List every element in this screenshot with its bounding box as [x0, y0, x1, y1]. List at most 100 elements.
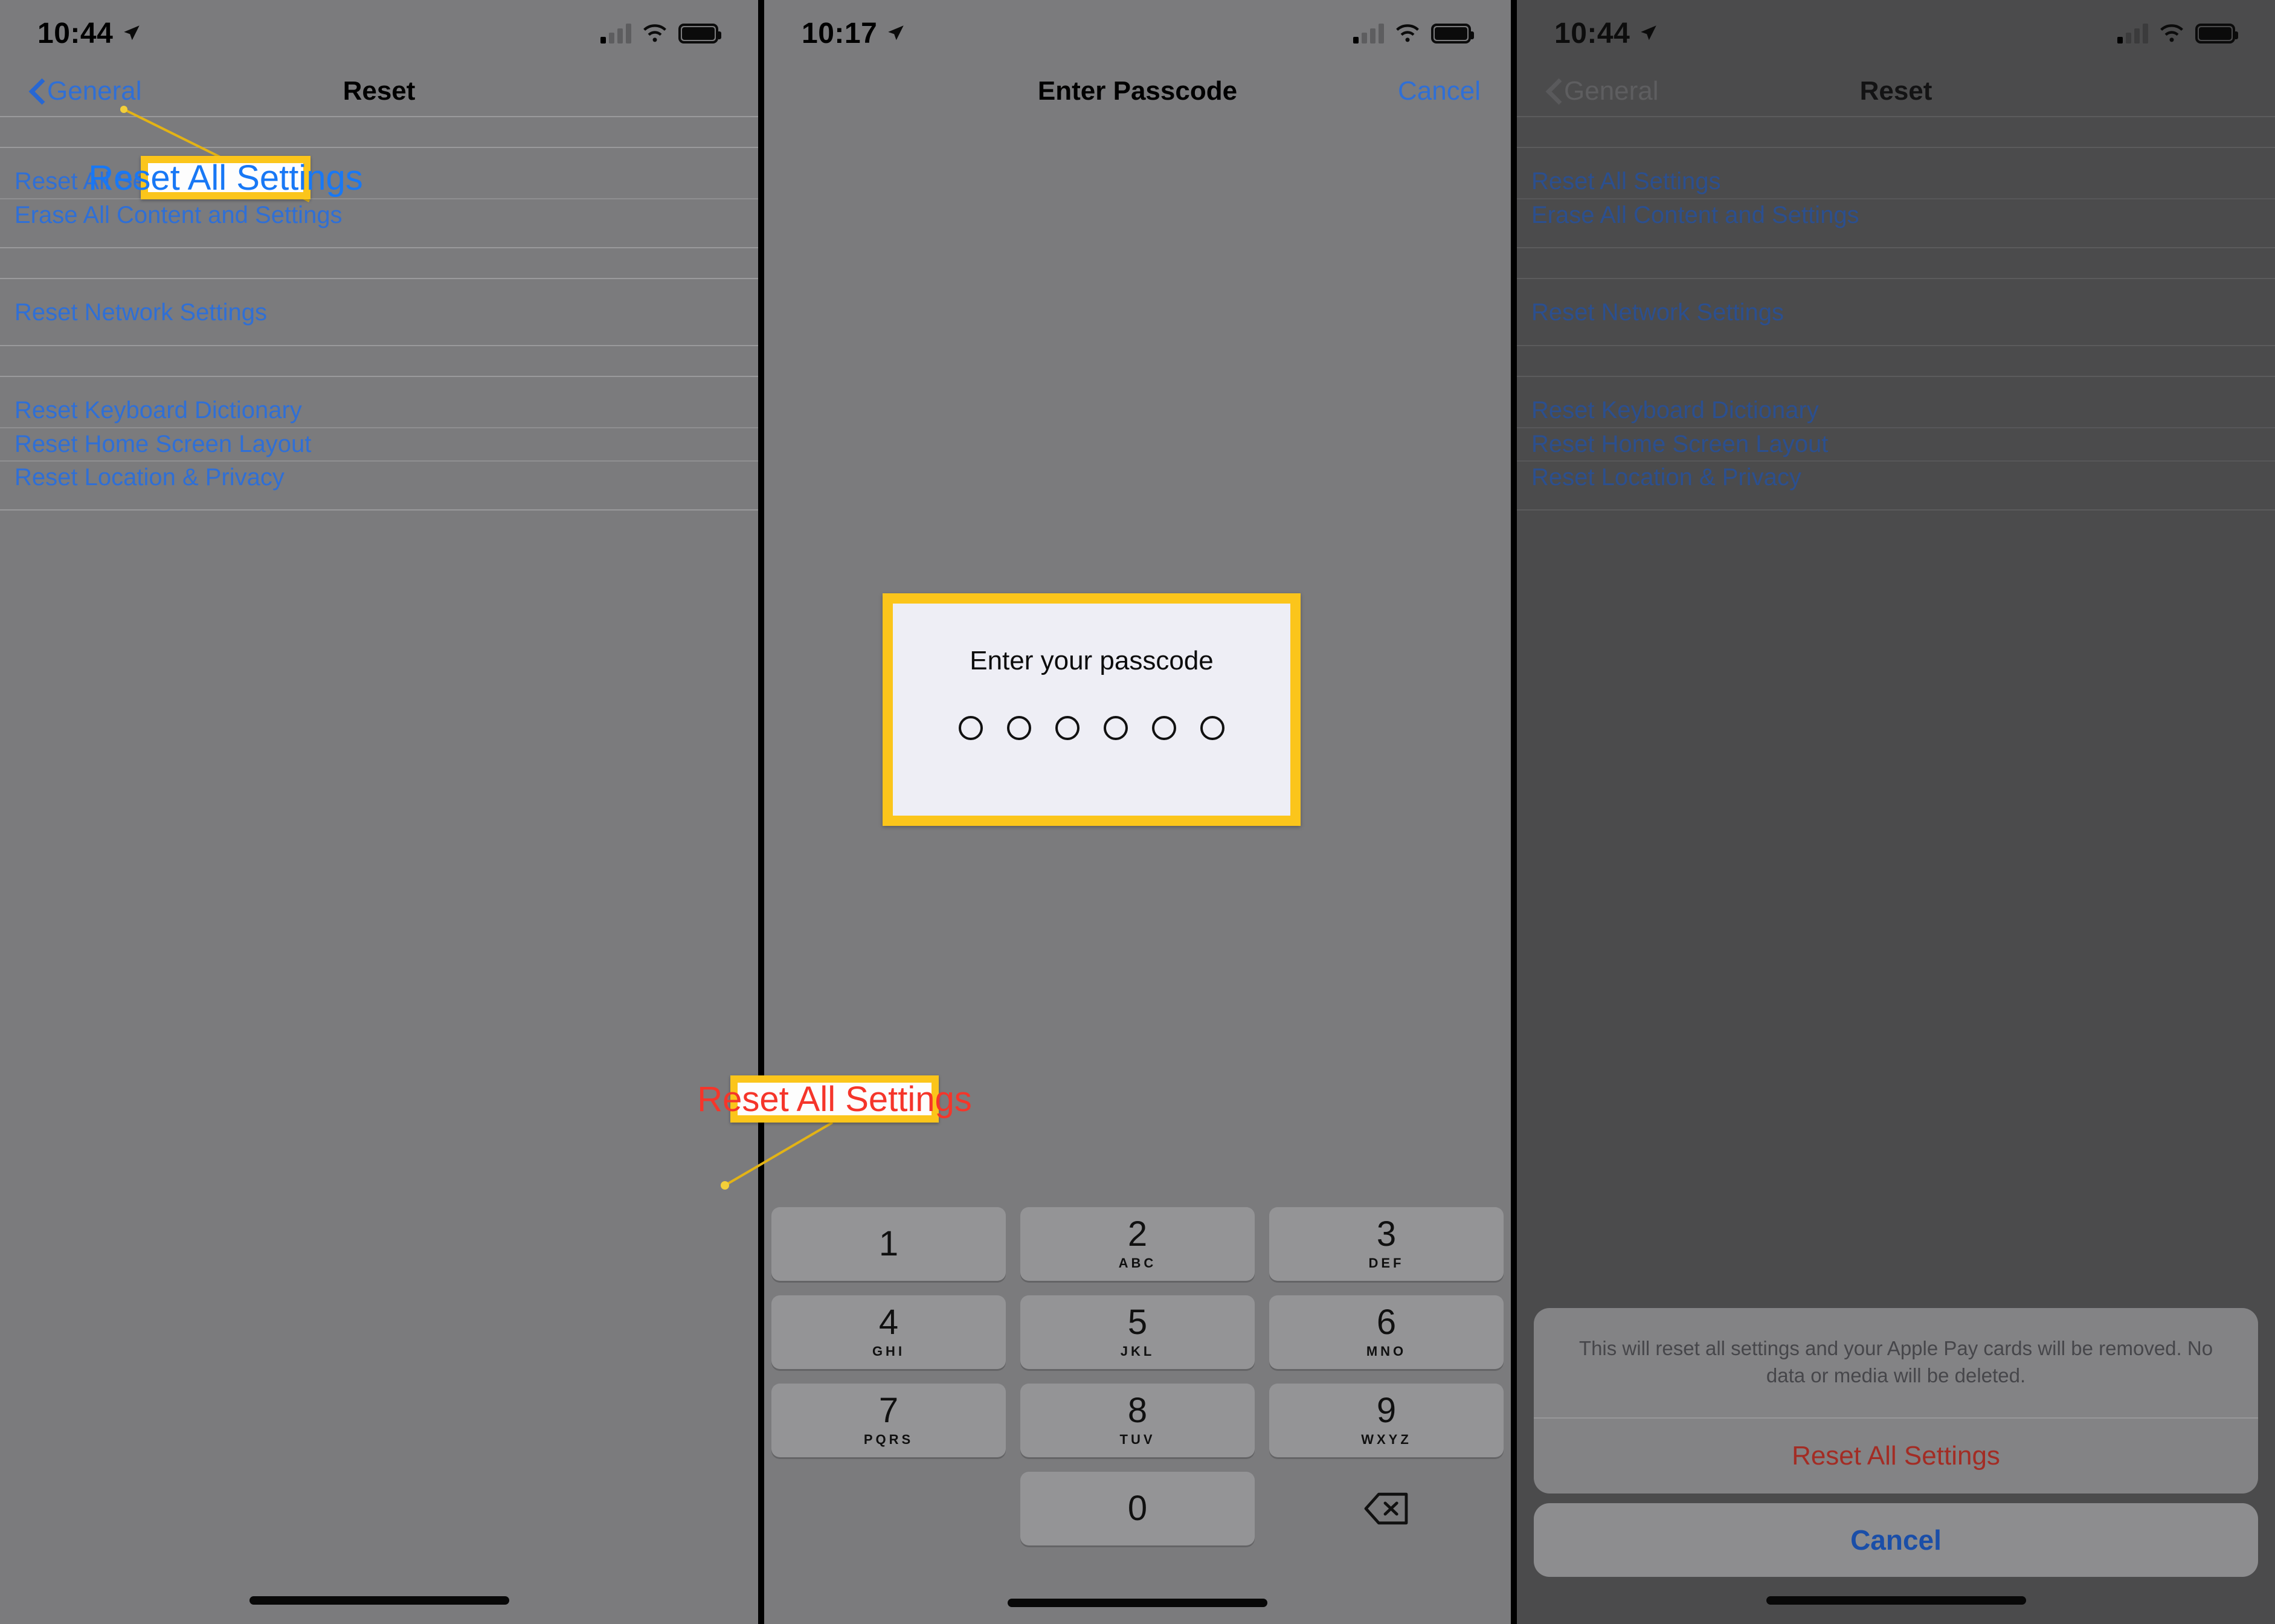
list-item-reset-all-settings[interactable]: Reset All Settings: [1517, 165, 2275, 198]
status-bar-right: [1353, 23, 1474, 44]
key-number: 6: [1376, 1303, 1397, 1342]
list-item-reset-keyboard-dictionary[interactable]: Reset Keyboard Dictionary: [1517, 394, 2275, 427]
section-pad-top: [1517, 377, 2275, 394]
list-item-reset-network-settings[interactable]: Reset Network Settings: [1517, 296, 2275, 329]
key-number: 7: [878, 1391, 899, 1430]
callout-label: Reset All Settings: [697, 1079, 972, 1119]
home-indicator: [249, 1596, 509, 1605]
key-1[interactable]: 1: [771, 1207, 1006, 1281]
callout-reset-all-settings-red: Reset All Settings: [697, 1075, 972, 1123]
list-item-label: Erase All Content and Settings: [14, 202, 343, 228]
panel-reset-confirm: 10:44 General Reset Reset All Settings E…: [1517, 0, 2275, 1624]
key-letters: GHI: [872, 1344, 906, 1359]
list-item-reset-location-privacy[interactable]: Reset Location & Privacy: [1517, 460, 2275, 494]
location-arrow-icon: [888, 25, 904, 40]
action-sheet-card: This will reset all settings and your Ap…: [1534, 1307, 2258, 1494]
list-section-gap: [1517, 509, 2275, 541]
cellular-bars-icon: [2117, 23, 2148, 44]
list-section-2: Reset Network Settings: [1517, 279, 2275, 345]
section-pad-bottom: [0, 231, 758, 247]
delete-backward-icon: [1364, 1492, 1408, 1525]
list-section-gap: [1517, 345, 2275, 377]
panel-divider: [758, 0, 764, 1624]
section-pad-bottom: [0, 329, 758, 345]
key-6[interactable]: 6 MNO: [1269, 1295, 1504, 1369]
keypad-row: 7 PQRS 8 TUV 9 WXYZ: [771, 1384, 1504, 1457]
list-item-reset-network-settings[interactable]: Reset Network Settings: [0, 296, 758, 329]
action-sheet-reset-all-settings-button[interactable]: Reset All Settings: [1534, 1419, 2258, 1494]
key-number: 5: [1127, 1303, 1148, 1342]
passcode-dot: [1104, 716, 1128, 740]
key-8[interactable]: 8 TUV: [1020, 1384, 1255, 1457]
list-item-label: Reset All Settings: [1531, 168, 1721, 195]
battery-full-icon: [2195, 23, 2238, 44]
cellular-bars-icon: [600, 23, 631, 44]
section-pad-top: [1517, 279, 2275, 296]
home-indicator: [1766, 1596, 2026, 1605]
list-item-label: Reset Location & Privacy: [14, 464, 285, 491]
passcode-prompt-text: Enter your passcode: [970, 646, 1214, 675]
battery-full-icon: [678, 23, 721, 44]
status-bar: 10:17: [764, 0, 1511, 66]
passcode-dot: [1055, 716, 1080, 740]
section-pad-top: [0, 279, 758, 296]
passcode-dots: [959, 716, 1224, 740]
list-item-label: Reset Keyboard Dictionary: [14, 397, 302, 424]
key-number: 2: [1127, 1214, 1148, 1254]
passcode-prompt-callout: Enter your passcode: [883, 593, 1301, 826]
nav-bar: General Reset: [0, 66, 758, 116]
list-item-label: Erase All Content and Settings: [1531, 202, 1859, 228]
status-bar: 10:44: [0, 0, 758, 66]
list-item-reset-home-screen-layout[interactable]: Reset Home Screen Layout: [0, 427, 758, 460]
list-item-reset-location-privacy[interactable]: Reset Location & Privacy: [0, 460, 758, 494]
key-0[interactable]: 0: [1020, 1472, 1255, 1545]
section-pad-bottom: [1517, 329, 2275, 345]
keypad-row: 4 GHI 5 JKL 6 MNO: [771, 1295, 1504, 1369]
key-letters: WXYZ: [1361, 1432, 1412, 1447]
panel-enter-passcode: 10:17 Enter Passcode Cancel Enter your p…: [764, 0, 1511, 1624]
key-letters: PQRS: [863, 1432, 914, 1447]
passcode-dot: [959, 716, 983, 740]
list-section-gap: [0, 116, 758, 148]
home-indicator: [1008, 1599, 1267, 1607]
key-3[interactable]: 3 DEF: [1269, 1207, 1504, 1281]
key-2[interactable]: 2 ABC: [1020, 1207, 1255, 1281]
list-item-label: Reset Network Settings: [1531, 299, 1784, 326]
list-item-reset-home-screen-layout[interactable]: Reset Home Screen Layout: [1517, 427, 2275, 460]
list-item-label: Reset Home Screen Layout: [14, 431, 312, 457]
key-number: 1: [878, 1224, 899, 1263]
list-section-gap: [1517, 116, 2275, 148]
list-item-reset-keyboard-dictionary[interactable]: Reset Keyboard Dictionary: [0, 394, 758, 427]
list-item-label: Reset Network Settings: [14, 299, 267, 326]
status-bar-left: 10:44: [1554, 17, 1659, 50]
key-9[interactable]: 9 WXYZ: [1269, 1384, 1504, 1457]
list-item-label: Reset Keyboard Dictionary: [1531, 397, 1819, 424]
passcode-dot: [1007, 716, 1031, 740]
section-pad-top: [1517, 148, 2275, 165]
list-section-gap: [0, 509, 758, 541]
three-panel-screenshot: 10:44 General Reset Reset All Settings E…: [0, 0, 2275, 1624]
wifi-icon: [1396, 24, 1419, 42]
wifi-icon: [2160, 24, 2183, 42]
list-item-erase-all-content[interactable]: Erase All Content and Settings: [1517, 198, 2275, 231]
cellular-bars-icon: [1353, 23, 1384, 44]
callout-inner: Reset All Settings: [697, 1080, 972, 1119]
list-section-gap: [0, 345, 758, 377]
status-bar: 10:44: [1517, 0, 2275, 66]
list-item-erase-all-content[interactable]: Erase All Content and Settings: [0, 198, 758, 231]
page-title: Reset: [1859, 76, 1932, 106]
wifi-icon: [643, 24, 666, 42]
status-bar-left: 10:17: [802, 17, 906, 50]
key-7[interactable]: 7 PQRS: [771, 1384, 1006, 1457]
key-4[interactable]: 4 GHI: [771, 1295, 1006, 1369]
numeric-keypad: 1 2 ABC 3 DEF 4 GHI 5 JKL 6 MNO 7 PQRS 8 TUV 9 W…: [764, 1207, 1511, 1545]
section-pad-bottom: [1517, 231, 2275, 247]
list-item-label: Reset Home Screen Layout: [1531, 431, 1829, 457]
status-bar-right: [600, 23, 721, 44]
key-spacer: [771, 1472, 1006, 1545]
key-letters: ABC: [1118, 1255, 1157, 1271]
action-sheet: This will reset all settings and your Ap…: [1534, 1307, 2258, 1577]
key-5[interactable]: 5 JKL: [1020, 1295, 1255, 1369]
delete-key[interactable]: [1269, 1472, 1504, 1545]
action-sheet-cancel-button[interactable]: Cancel: [1534, 1503, 2258, 1577]
